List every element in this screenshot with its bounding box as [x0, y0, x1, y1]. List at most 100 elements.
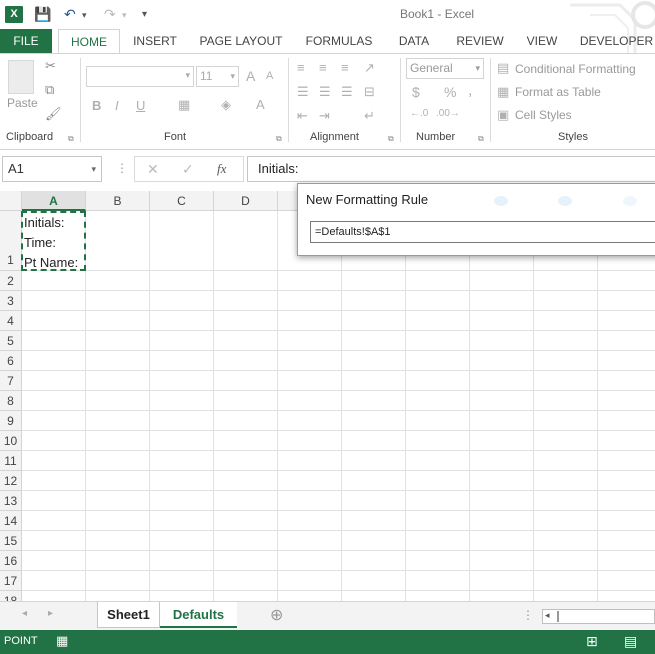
cell-h10[interactable]: [470, 431, 534, 451]
row-header-4[interactable]: 4: [0, 311, 22, 331]
cell-f8[interactable]: [342, 391, 406, 411]
cell-h16[interactable]: [470, 551, 534, 571]
cell-b9[interactable]: [86, 411, 150, 431]
merge-center-icon[interactable]: ⊟: [364, 84, 375, 100]
cell-f14[interactable]: [342, 511, 406, 531]
cell-d16[interactable]: [214, 551, 278, 571]
undo-dropdown-icon[interactable]: ▾: [82, 10, 87, 21]
tab-review[interactable]: REVIEW: [452, 29, 508, 53]
cell-e11[interactable]: [278, 451, 342, 471]
cell-d18[interactable]: [214, 591, 278, 601]
row-header-1[interactable]: 1: [0, 211, 22, 271]
cell-c17[interactable]: [150, 571, 214, 591]
row-header-12[interactable]: 12: [0, 471, 22, 491]
cell-g7[interactable]: [406, 371, 470, 391]
cell-b7[interactable]: [86, 371, 150, 391]
cell-f16[interactable]: [342, 551, 406, 571]
cell-g17[interactable]: [406, 571, 470, 591]
normal-view-icon[interactable]: ⊞: [586, 633, 598, 650]
cell-j11[interactable]: [598, 451, 655, 471]
page-layout-view-icon[interactable]: ▤: [624, 633, 637, 650]
align-left-icon[interactable]: ☰: [297, 84, 309, 100]
cell-c18[interactable]: [150, 591, 214, 601]
cell-a5[interactable]: [22, 331, 86, 351]
new-sheet-icon[interactable]: ⊕: [270, 605, 283, 625]
cell-b18[interactable]: [86, 591, 150, 601]
row-header-18[interactable]: 18: [0, 591, 22, 601]
comma-button[interactable]: ,: [468, 82, 472, 100]
cell-g14[interactable]: [406, 511, 470, 531]
cell-j12[interactable]: [598, 471, 655, 491]
font-name-box[interactable]: ▾: [86, 66, 194, 87]
cell-c3[interactable]: [150, 291, 214, 311]
cell-c5[interactable]: [150, 331, 214, 351]
cell-d14[interactable]: [214, 511, 278, 531]
cell-d2[interactable]: [214, 271, 278, 291]
cell-h15[interactable]: [470, 531, 534, 551]
cell-j9[interactable]: [598, 411, 655, 431]
cell-c12[interactable]: [150, 471, 214, 491]
cell-b13[interactable]: [86, 491, 150, 511]
cell-a13[interactable]: [22, 491, 86, 511]
cell-g11[interactable]: [406, 451, 470, 471]
cell-j16[interactable]: [598, 551, 655, 571]
cell-j10[interactable]: [598, 431, 655, 451]
row-header-13[interactable]: 13: [0, 491, 22, 511]
cell-f9[interactable]: [342, 411, 406, 431]
cell-h6[interactable]: [470, 351, 534, 371]
cell-d10[interactable]: [214, 431, 278, 451]
cell-j2[interactable]: [598, 271, 655, 291]
cell-i4[interactable]: [534, 311, 598, 331]
decrease-decimal-icon[interactable]: .00→: [436, 108, 460, 119]
tab-home[interactable]: HOME: [58, 29, 120, 54]
wrap-text-icon[interactable]: ↵: [364, 108, 375, 124]
cell-d4[interactable]: [214, 311, 278, 331]
align-bottom-icon[interactable]: ≡: [341, 60, 349, 75]
cell-a10[interactable]: [22, 431, 86, 451]
align-right-icon[interactable]: ☰: [341, 84, 353, 100]
conditional-formatting-icon[interactable]: ▤: [497, 60, 509, 76]
cell-g18[interactable]: [406, 591, 470, 601]
cell-i10[interactable]: [534, 431, 598, 451]
cell-g15[interactable]: [406, 531, 470, 551]
number-launcher-icon[interactable]: ⧉: [478, 134, 484, 144]
scroll-left-icon[interactable]: ◂: [22, 608, 27, 619]
cell-e14[interactable]: [278, 511, 342, 531]
cell-i16[interactable]: [534, 551, 598, 571]
cancel-icon[interactable]: ✕: [147, 161, 159, 178]
cell-f18[interactable]: [342, 591, 406, 601]
tab-formulas[interactable]: FORMULAS: [302, 29, 376, 53]
cell-d1[interactable]: [214, 211, 278, 271]
column-header-c[interactable]: C: [150, 191, 214, 211]
format-as-table-icon[interactable]: ▦: [497, 84, 509, 100]
scrollbar-left-arrow-icon[interactable]: ◂: [545, 610, 550, 621]
cell-i6[interactable]: [534, 351, 598, 371]
cell-a15[interactable]: [22, 531, 86, 551]
cell-a9[interactable]: [22, 411, 86, 431]
cell-h2[interactable]: [470, 271, 534, 291]
sheet-tab-defaults[interactable]: Defaults: [160, 602, 237, 628]
cell-styles-icon[interactable]: ▣: [497, 107, 509, 123]
cell-j18[interactable]: [598, 591, 655, 601]
cell-c14[interactable]: [150, 511, 214, 531]
font-color-icon[interactable]: A: [256, 97, 265, 112]
cell-c1[interactable]: [150, 211, 214, 271]
cell-i14[interactable]: [534, 511, 598, 531]
cell-g4[interactable]: [406, 311, 470, 331]
cell-j3[interactable]: [598, 291, 655, 311]
cell-i8[interactable]: [534, 391, 598, 411]
cell-e9[interactable]: [278, 411, 342, 431]
cell-e7[interactable]: [278, 371, 342, 391]
customize-toolbar-icon[interactable]: ▾: [142, 9, 147, 20]
save-icon[interactable]: 💾: [34, 6, 51, 23]
cell-g9[interactable]: [406, 411, 470, 431]
cell-d15[interactable]: [214, 531, 278, 551]
cell-c16[interactable]: [150, 551, 214, 571]
cell-f17[interactable]: [342, 571, 406, 591]
cell-b2[interactable]: [86, 271, 150, 291]
cell-j14[interactable]: [598, 511, 655, 531]
cell-i2[interactable]: [534, 271, 598, 291]
cell-c7[interactable]: [150, 371, 214, 391]
cell-i12[interactable]: [534, 471, 598, 491]
cell-f2[interactable]: [342, 271, 406, 291]
